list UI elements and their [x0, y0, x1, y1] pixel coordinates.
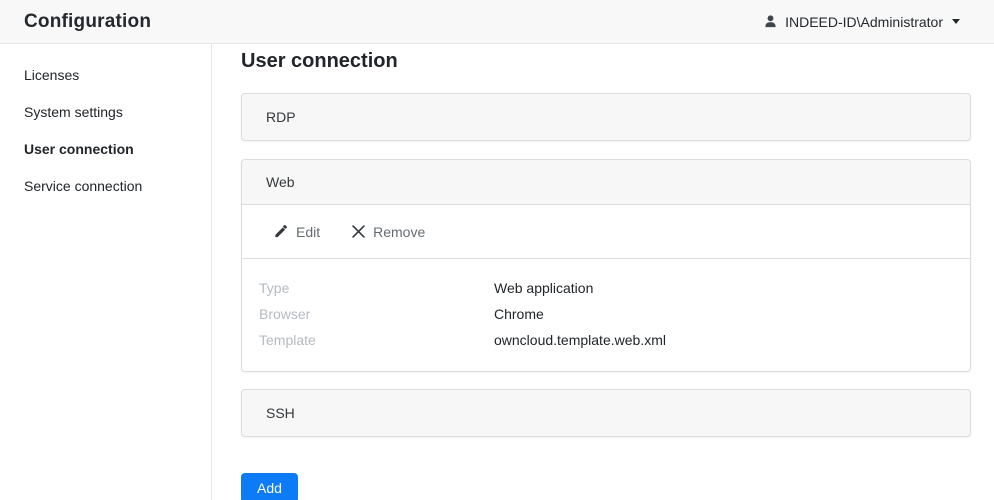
- x-icon: [352, 225, 365, 238]
- caret-down-icon: [952, 19, 960, 24]
- panel-rdp-label: RDP: [266, 109, 296, 125]
- top-header-bar: Configuration INDEED-ID\Administrator: [0, 0, 994, 44]
- person-icon: [763, 14, 778, 29]
- panel-ssh-label: SSH: [266, 405, 295, 421]
- field-label-browser: Browser: [259, 306, 494, 322]
- edit-button[interactable]: Edit: [273, 224, 320, 240]
- sidebar-item-licenses[interactable]: Licenses: [0, 56, 211, 93]
- sidebar-item-system-settings[interactable]: System settings: [0, 93, 211, 130]
- main-content: User connection RDP Web: [212, 44, 994, 500]
- panel-ssh[interactable]: SSH: [241, 389, 971, 437]
- field-value-template: owncloud.template.web.xml: [494, 332, 666, 348]
- field-row-browser: Browser Chrome: [242, 301, 970, 327]
- panel-web-body: Edit Remove Type Web applica: [242, 205, 970, 371]
- pencil-icon: [273, 224, 288, 239]
- sidebar-nav: Licenses System settings User connection…: [0, 44, 212, 500]
- remove-button[interactable]: Remove: [352, 224, 425, 240]
- panel-web-label: Web: [266, 174, 295, 190]
- web-toolbar: Edit Remove: [242, 205, 970, 259]
- user-menu[interactable]: INDEED-ID\Administrator: [763, 14, 960, 30]
- sidebar-item-user-connection[interactable]: User connection: [0, 130, 211, 167]
- field-label-type: Type: [259, 280, 494, 296]
- add-button[interactable]: Add: [241, 473, 298, 500]
- app-title: Configuration: [24, 11, 151, 33]
- user-name-label: INDEED-ID\Administrator: [785, 14, 943, 30]
- field-row-template: Template owncloud.template.web.xml: [242, 327, 970, 353]
- edit-button-label: Edit: [296, 224, 320, 240]
- remove-button-label: Remove: [373, 224, 425, 240]
- panel-web: Web Edit: [241, 159, 971, 372]
- field-row-type: Type Web application: [242, 275, 970, 301]
- web-fields: Type Web application Browser Chrome Temp…: [242, 259, 970, 371]
- page-title: User connection: [241, 48, 971, 74]
- sidebar-item-service-connection[interactable]: Service connection: [0, 167, 211, 204]
- field-value-type: Web application: [494, 280, 593, 296]
- field-value-browser: Chrome: [494, 306, 544, 322]
- field-label-template: Template: [259, 332, 494, 348]
- panel-rdp[interactable]: RDP: [241, 93, 971, 141]
- panel-web-header[interactable]: Web: [242, 160, 970, 205]
